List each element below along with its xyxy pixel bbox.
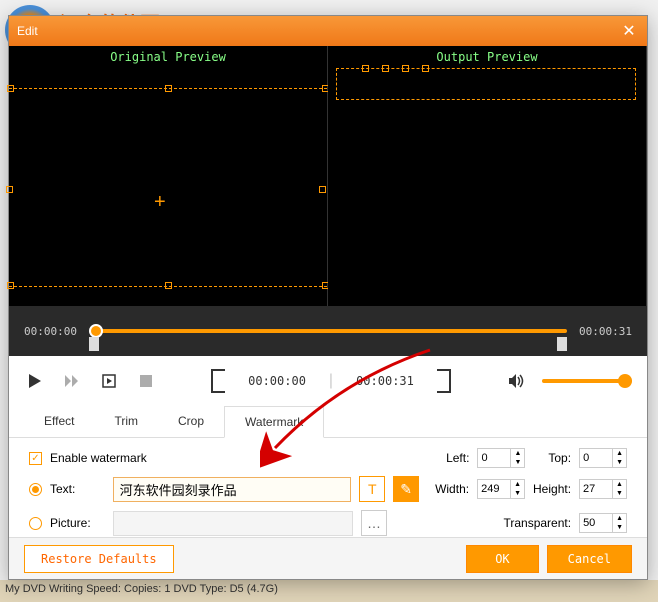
left-spinner[interactable]: ▲▼ bbox=[477, 448, 525, 468]
range-to: 00:00:31 bbox=[348, 374, 422, 388]
crop-handle[interactable] bbox=[319, 186, 326, 193]
stop-button[interactable] bbox=[135, 370, 157, 392]
bracket-out-icon[interactable] bbox=[437, 369, 451, 393]
volume-icon[interactable] bbox=[505, 370, 527, 392]
tab-crop[interactable]: Crop bbox=[158, 406, 224, 437]
height-input[interactable] bbox=[580, 480, 612, 498]
transparent-label: Transparent: bbox=[503, 516, 571, 530]
text-style-button[interactable]: T bbox=[359, 476, 385, 502]
tab-watermark[interactable]: Watermark bbox=[224, 406, 324, 438]
spin-up[interactable]: ▲ bbox=[613, 480, 626, 489]
picture-path-input[interactable] bbox=[113, 511, 353, 536]
tab-trim[interactable]: Trim bbox=[94, 406, 158, 437]
output-preview-pane: Output Preview bbox=[328, 46, 647, 306]
time-end: 00:00:31 bbox=[579, 325, 632, 338]
enable-watermark-checkbox[interactable] bbox=[29, 452, 42, 465]
crop-handle bbox=[422, 65, 429, 72]
width-label: Width: bbox=[435, 482, 469, 496]
original-preview-label: Original Preview bbox=[110, 50, 226, 64]
range-from: 00:00:00 bbox=[240, 374, 314, 388]
crop-handle bbox=[402, 65, 409, 72]
controls-bar: 00:00:00 | 00:00:31 bbox=[9, 356, 647, 406]
crop-handle[interactable] bbox=[6, 186, 13, 193]
volume-slider[interactable] bbox=[542, 379, 632, 383]
output-crop-frame bbox=[336, 68, 636, 100]
crop-handle bbox=[382, 65, 389, 72]
spin-up[interactable]: ▲ bbox=[613, 514, 626, 523]
crop-frame-bottom[interactable] bbox=[9, 286, 327, 287]
cancel-button[interactable]: Cancel bbox=[547, 545, 632, 573]
bracket-in-icon[interactable] bbox=[211, 369, 225, 393]
crop-handle[interactable] bbox=[165, 85, 172, 92]
height-label: Height: bbox=[533, 482, 571, 496]
crop-handle bbox=[362, 65, 369, 72]
top-input[interactable] bbox=[580, 449, 612, 467]
timeline-bar: 00:00:00 00:00:31 bbox=[9, 306, 647, 356]
timeline-slider[interactable] bbox=[89, 329, 567, 333]
top-spinner[interactable]: ▲▼ bbox=[579, 448, 627, 468]
spin-down[interactable]: ▼ bbox=[511, 489, 524, 498]
text-color-button[interactable]: ✎ bbox=[393, 476, 419, 502]
step-button[interactable] bbox=[98, 370, 120, 392]
height-spinner[interactable]: ▲▼ bbox=[579, 479, 627, 499]
time-start: 00:00:00 bbox=[24, 325, 77, 338]
dialog-title: Edit bbox=[17, 24, 38, 38]
preview-area: Original Preview + Output Preview bbox=[9, 46, 647, 306]
top-label: Top: bbox=[548, 451, 571, 465]
crop-handle[interactable] bbox=[165, 282, 172, 289]
text-label: Text: bbox=[50, 482, 105, 496]
transparent-input[interactable] bbox=[580, 514, 612, 532]
spin-down[interactable]: ▼ bbox=[613, 489, 626, 498]
timeline-out-marker[interactable] bbox=[557, 337, 567, 351]
tabs: Effect Trim Crop Watermark bbox=[9, 406, 647, 438]
crop-handle[interactable] bbox=[7, 85, 14, 92]
titlebar: Edit ✕ bbox=[9, 16, 647, 46]
edit-dialog: Edit ✕ Original Preview + Output Preview bbox=[8, 15, 648, 580]
spin-up[interactable]: ▲ bbox=[511, 449, 524, 458]
spin-down[interactable]: ▼ bbox=[613, 458, 626, 467]
spin-up[interactable]: ▲ bbox=[511, 480, 524, 489]
picture-radio[interactable] bbox=[29, 517, 42, 530]
browse-button[interactable]: … bbox=[361, 510, 387, 536]
enable-watermark-label: Enable watermark bbox=[50, 451, 147, 465]
tab-effect[interactable]: Effect bbox=[24, 406, 94, 437]
background-footer: My DVD Writing Speed: Copies: 1 DVD Type… bbox=[0, 580, 658, 602]
picture-label: Picture: bbox=[50, 516, 105, 530]
crop-handle[interactable] bbox=[7, 282, 14, 289]
width-spinner[interactable]: ▲▼ bbox=[477, 479, 525, 499]
timeline-in-marker[interactable] bbox=[89, 337, 99, 351]
spin-down[interactable]: ▼ bbox=[511, 458, 524, 467]
crop-frame-top[interactable] bbox=[9, 88, 327, 89]
next-button[interactable] bbox=[61, 370, 83, 392]
close-button[interactable]: ✕ bbox=[619, 21, 639, 41]
timeline-thumb[interactable] bbox=[89, 324, 103, 338]
watermark-text-input[interactable] bbox=[113, 477, 352, 502]
volume-thumb[interactable] bbox=[618, 374, 632, 388]
original-preview-pane[interactable]: Original Preview + bbox=[9, 46, 328, 306]
dialog-footer: Restore Defaults OK Cancel bbox=[9, 537, 647, 579]
crosshair-icon: + bbox=[154, 191, 166, 214]
transparent-spinner[interactable]: ▲▼ bbox=[579, 513, 627, 533]
restore-defaults-button[interactable]: Restore Defaults bbox=[24, 545, 174, 573]
left-input[interactable] bbox=[478, 449, 510, 467]
output-preview-label: Output Preview bbox=[436, 50, 537, 64]
left-label: Left: bbox=[446, 451, 469, 465]
play-button[interactable] bbox=[24, 370, 46, 392]
ok-button[interactable]: OK bbox=[466, 545, 538, 573]
spin-up[interactable]: ▲ bbox=[613, 449, 626, 458]
spin-down[interactable]: ▼ bbox=[613, 523, 626, 532]
width-input[interactable] bbox=[478, 480, 510, 498]
text-radio[interactable] bbox=[29, 483, 42, 496]
